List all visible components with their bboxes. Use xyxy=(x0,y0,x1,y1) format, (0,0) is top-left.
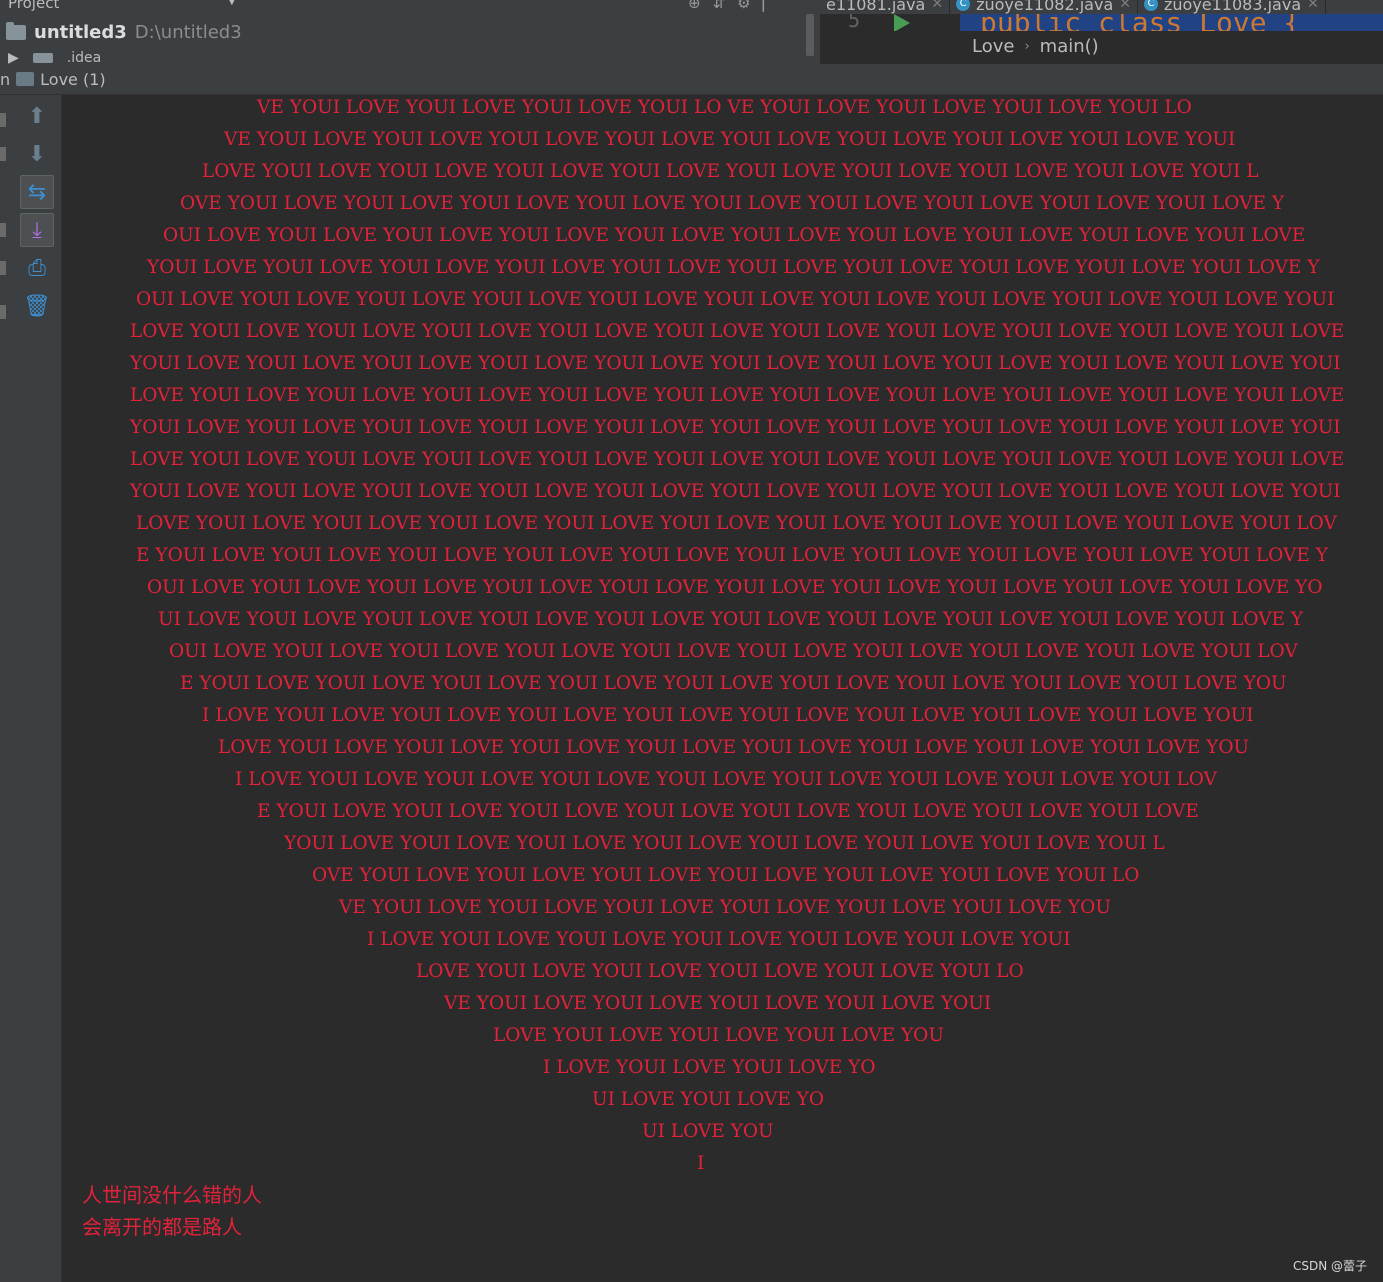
run-tool-header: n Love (1) xyxy=(0,64,1383,95)
console-line: I LOVE YOUI LOVE YOUI LOVE YOUI LOVE YOU… xyxy=(235,769,1217,790)
tab-label: zuoye11082.java xyxy=(976,0,1114,14)
console-line: I LOVE YOUI LOVE YOUI LOVE YO xyxy=(543,1057,876,1078)
java-class-icon: C xyxy=(956,0,971,11)
run-tab-label[interactable]: Love (1) xyxy=(40,70,105,89)
console-line: OUI LOVE YOUI LOVE YOUI LOVE YOUI LOVE Y… xyxy=(147,577,1323,598)
soft-wrap-icon[interactable]: ⇆ xyxy=(20,175,54,209)
editor-area: e11081.java ✕ C zuoye11082.java ✕ C zuoy… xyxy=(820,0,1383,64)
project-root-row[interactable]: untitled3 D:\untitled3 xyxy=(6,20,242,44)
watermark: CSDN @蕾子 xyxy=(1292,1259,1367,1273)
editor-tab[interactable]: C zuoye11083.java ✕ xyxy=(1138,0,1326,14)
locate-icon[interactable]: ⊕ xyxy=(688,0,701,12)
console-line: I LOVE YOUI LOVE YOUI LOVE YOUI LOVE YOU… xyxy=(367,929,1071,950)
project-panel-title[interactable]: Project xyxy=(8,0,59,12)
collapse-icon[interactable]: ⇵ xyxy=(713,0,726,12)
folder-icon xyxy=(32,53,53,63)
console-line: LOVE YOUI LOVE YOUI LOVE YOUI LOVE YOUI … xyxy=(130,449,1345,470)
strip-marker[interactable] xyxy=(0,305,6,319)
console-line: YOUI LOVE YOUI LOVE YOUI LOVE YOUI LOVE … xyxy=(147,257,1320,278)
console-line: VE YOUI LOVE YOUI LOVE YOUI LOVE YOUI LO… xyxy=(444,993,992,1014)
breadcrumb-item[interactable]: Love xyxy=(972,36,1014,57)
console-line: E YOUI LOVE YOUI LOVE YOUI LOVE YOUI LOV… xyxy=(257,801,1199,822)
project-panel: Project ▼ ⊕ ⇵ ⚙ ▏ untitled3 D:\untitled3… xyxy=(0,0,818,66)
close-icon[interactable]: ✕ xyxy=(1119,0,1131,12)
editor-tabs: e11081.java ✕ C zuoye11082.java ✕ C zuoy… xyxy=(820,0,1383,14)
console-line: LOVE YOUI LOVE YOUI LOVE YOUI LOVE YOUI … xyxy=(136,513,1337,534)
console-line: OVE YOUI LOVE YOUI LOVE YOUI LOVE YOUI L… xyxy=(312,865,1140,886)
breadcrumb-item[interactable]: main() xyxy=(1040,36,1099,57)
console-line: I xyxy=(697,1153,705,1174)
folder-icon xyxy=(6,21,26,40)
java-class-icon: C xyxy=(1143,0,1158,11)
console-line: UI LOVE YOUI LOVE YO xyxy=(592,1089,825,1110)
console-line: E YOUI LOVE YOUI LOVE YOUI LOVE YOUI LOV… xyxy=(136,545,1328,566)
console-line: LOVE YOUI LOVE YOUI LOVE YOUI LOVE YOU xyxy=(493,1025,944,1046)
arrow-up-icon[interactable]: ⬆ xyxy=(20,99,54,133)
hide-icon[interactable]: ▏ xyxy=(763,0,775,12)
strip-marker[interactable] xyxy=(0,261,6,275)
console-line: LOVE YOUI LOVE YOUI LOVE YOUI LOVE YOUI … xyxy=(218,737,1250,758)
console-line: VE YOUI LOVE YOUI LOVE YOUI LOVE YOUI LO… xyxy=(339,897,1111,918)
console-line: OVE YOUI LOVE YOUI LOVE YOUI LOVE YOUI L… xyxy=(180,193,1285,214)
close-icon[interactable]: ✕ xyxy=(1307,0,1319,12)
console-line: VE YOUI LOVE YOUI LOVE YOUI LOVE YOUI LO… xyxy=(257,97,1192,118)
tab-label: zuoye11083.java xyxy=(1163,0,1302,14)
run-config-icon xyxy=(16,72,35,86)
run-toolbar: ⬆ ⬇ ⇆ ⤓ ⎙ 🗑 xyxy=(14,95,62,1282)
line-number: 5 xyxy=(848,14,861,31)
project-toolbar: ⊕ ⇵ ⚙ ▏ xyxy=(688,0,774,12)
console-output[interactable]: VE YOUI LOVE YOUI LOVE YOUI LOVE YOUI LO… xyxy=(62,95,1383,1282)
console-line: OUI LOVE YOUI LOVE YOUI LOVE YOUI LOVE Y… xyxy=(136,289,1335,310)
console-line: LOVE YOUI LOVE YOUI LOVE YOUI LOVE YOUI … xyxy=(130,321,1345,342)
chevron-right-icon: › xyxy=(1024,39,1030,54)
console-line: YOUI LOVE YOUI LOVE YOUI LOVE YOUI LOVE … xyxy=(130,417,1341,438)
console-line: LOVE YOUI LOVE YOUI LOVE YOUI LOVE YOUI … xyxy=(416,961,1024,982)
strip-marker[interactable] xyxy=(0,113,6,127)
console-line: YOUI LOVE YOUI LOVE YOUI LOVE YOUI LOVE … xyxy=(130,353,1341,374)
code-text[interactable]: public class Love { xyxy=(960,14,1383,31)
trash-icon[interactable]: 🗑 xyxy=(20,289,54,323)
print-icon[interactable]: ⎙ xyxy=(20,251,54,285)
console-line: E YOUI LOVE YOUI LOVE YOUI LOVE YOUI LOV… xyxy=(180,673,1287,694)
close-icon[interactable]: ✕ xyxy=(931,0,943,12)
left-tool-strip xyxy=(0,95,14,1282)
strip-marker[interactable] xyxy=(0,223,6,237)
code-line[interactable]: 5 public class Love { xyxy=(820,14,1383,31)
project-root-path: D:\untitled3 xyxy=(134,21,242,43)
run-gutter-icon[interactable] xyxy=(894,14,910,31)
console-line: I LOVE YOUI LOVE YOUI LOVE YOUI LOVE YOU… xyxy=(202,705,1254,726)
console-line: VE YOUI LOVE YOUI LOVE YOUI LOVE YOUI LO… xyxy=(224,129,1236,150)
console-footer-line: 会离开的都是路人 xyxy=(82,1215,242,1239)
console-line: LOVE YOUI LOVE YOUI LOVE YOUI LOVE YOUI … xyxy=(130,385,1345,406)
gear-icon[interactable]: ⚙ xyxy=(737,0,750,12)
arrow-down-icon[interactable]: ⬇ xyxy=(20,137,54,171)
project-scrollbar[interactable] xyxy=(806,14,814,56)
chevron-down-icon[interactable]: ▼ xyxy=(228,0,236,7)
console-line: LOVE YOUI LOVE YOUI LOVE YOUI LOVE YOUI … xyxy=(202,161,1259,182)
console-line: UI LOVE YOUI LOVE YOUI LOVE YOUI LOVE YO… xyxy=(158,609,1304,630)
console-line: YOUI LOVE YOUI LOVE YOUI LOVE YOUI LOVE … xyxy=(284,833,1165,854)
editor-tab[interactable]: e11081.java ✕ xyxy=(820,0,951,14)
console-line: YOUI LOVE YOUI LOVE YOUI LOVE YOUI LOVE … xyxy=(130,481,1341,502)
project-root-name: untitled3 xyxy=(34,21,127,43)
editor-tab[interactable]: C zuoye11082.java ✕ xyxy=(950,0,1138,14)
scroll-to-end-icon[interactable]: ⤓ xyxy=(20,213,54,247)
tab-label: e11081.java xyxy=(826,0,926,14)
top-bar: Project ▼ ⊕ ⇵ ⚙ ▏ untitled3 D:\untitled3… xyxy=(0,0,1383,66)
console-footer-line: 人世间没什么错的人 xyxy=(82,1183,262,1207)
strip-marker[interactable] xyxy=(0,147,6,161)
console-line: UI LOVE YOU xyxy=(642,1121,774,1142)
console-line: OUI LOVE YOUI LOVE YOUI LOVE YOUI LOVE Y… xyxy=(163,225,1306,246)
console-line: OUI LOVE YOUI LOVE YOUI LOVE YOUI LOVE Y… xyxy=(169,641,1298,662)
run-label-prefix: n xyxy=(0,69,11,89)
breadcrumb: Love › main() xyxy=(972,36,1099,57)
